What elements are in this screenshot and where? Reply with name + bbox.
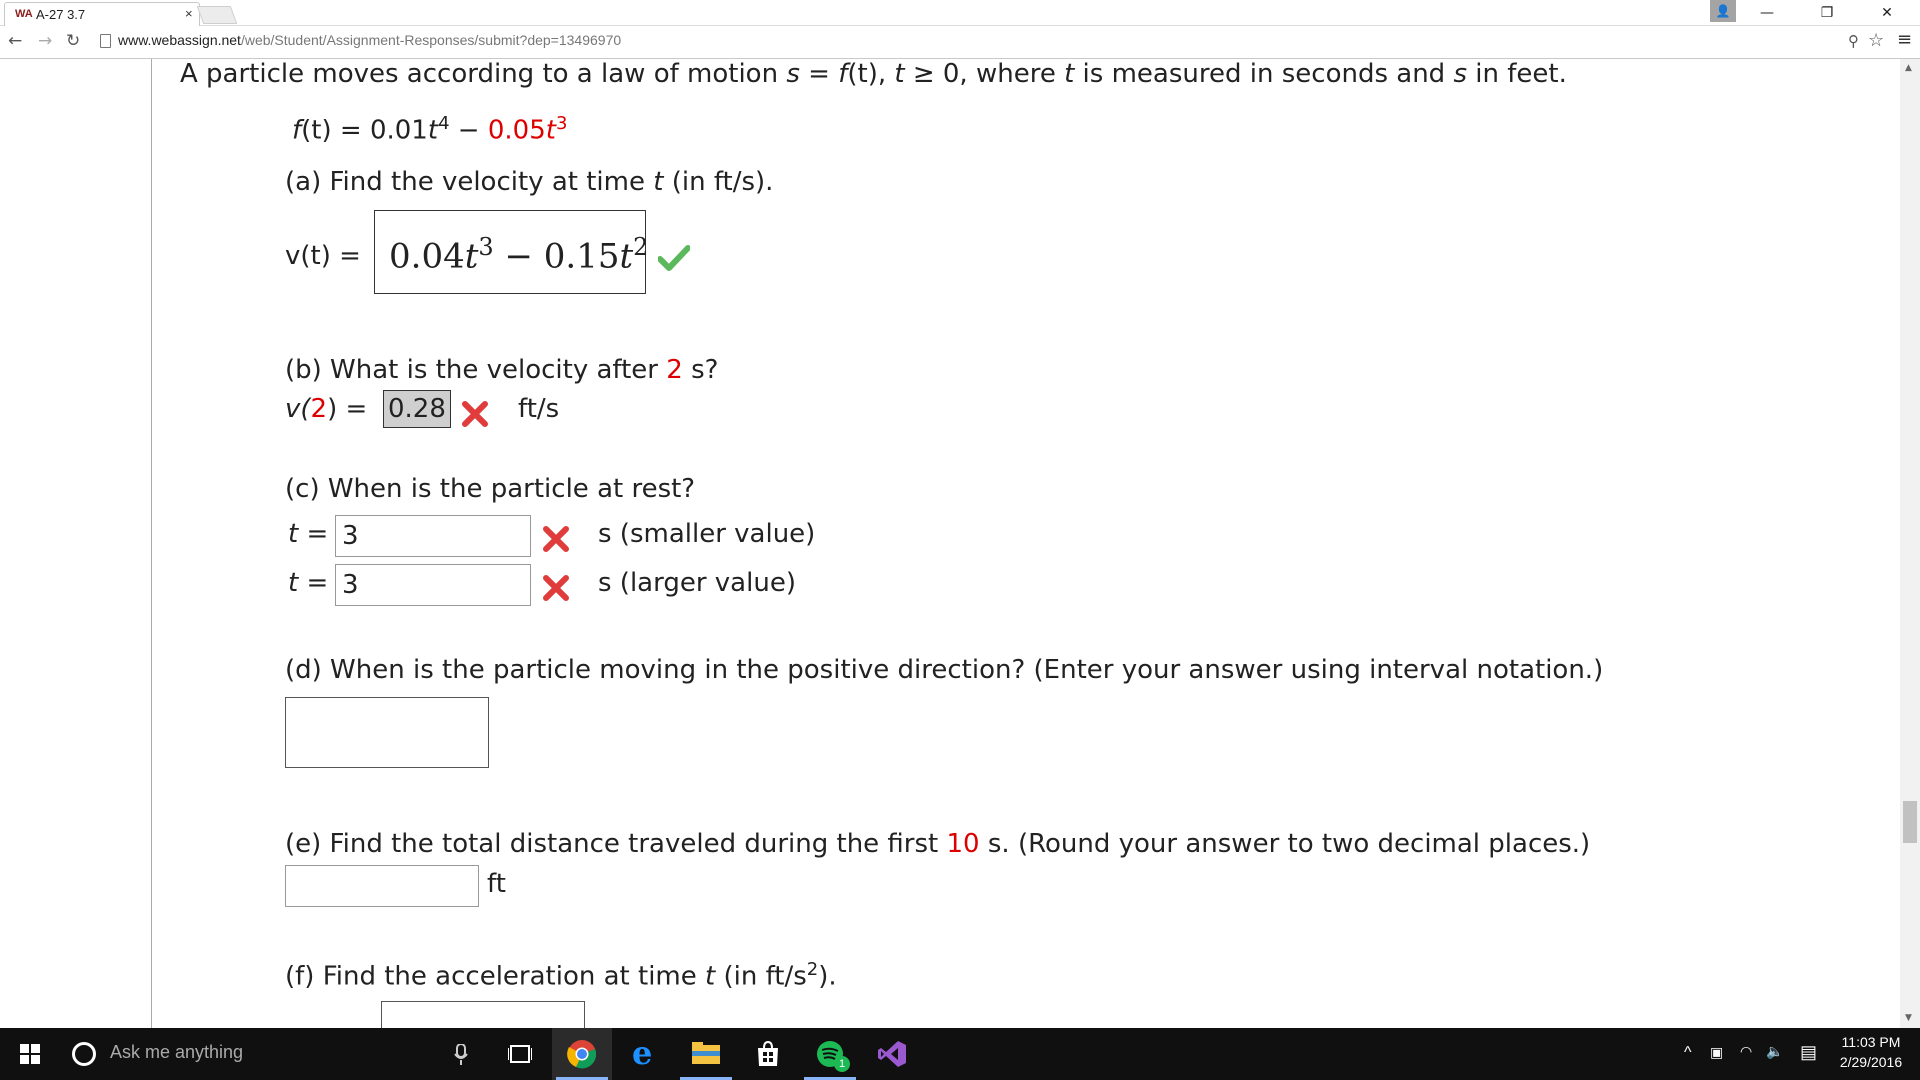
url-field[interactable]: www.webassign.net/web/Student/Assignment… — [100, 29, 1840, 53]
part-b-question: (b) What is the velocity after 2 s? — [285, 355, 719, 385]
part-d-answer-field[interactable] — [285, 697, 489, 768]
part-c-row1-lhs: t = — [288, 519, 329, 549]
part-c-row2-lhs: t = — [288, 568, 329, 598]
clock-time: 11:03 PM — [1841, 1034, 1901, 1050]
store-icon[interactable] — [738, 1028, 798, 1080]
address-bar: ← → ↻ www.webassign.net/web/Student/Assi… — [0, 26, 1920, 59]
spotify-badge: 1 — [834, 1056, 850, 1072]
part-f-question: (f) Find the acceleration at time t (in … — [285, 959, 837, 992]
function-definition: f(t) = 0.01t4 − 0.05t3 — [292, 113, 568, 146]
correct-check-icon — [658, 245, 690, 271]
page-viewport: A particle moves according to a law of m… — [0, 59, 1900, 1028]
bookmark-star-icon[interactable]: ☆ — [1868, 30, 1884, 51]
volume-icon[interactable]: 🔈 — [1766, 1043, 1783, 1060]
part-c-row2-suffix: s (larger value) — [598, 568, 796, 598]
browser-menu-icon[interactable]: ≡ — [1897, 29, 1912, 50]
close-window-icon[interactable]: ✕ — [1864, 0, 1910, 26]
part-a-lhs: v(t) = — [285, 241, 361, 271]
part-b-answer-field[interactable]: 0.28 — [383, 390, 451, 428]
windows-taskbar: Ask me anything e 1 ^ ▣ ◠ 🔈 ▤ 11:03 PM 2… — [0, 1028, 1920, 1080]
browser-tab[interactable]: WA A-27 3.7 × — [4, 2, 200, 26]
part-e-question: (e) Find the total distance traveled dur… — [285, 829, 1591, 859]
profile-icon[interactable]: 👤 — [1710, 0, 1736, 22]
part-e-unit: ft — [487, 869, 506, 899]
scroll-up-arrow-icon[interactable]: ▲ — [1905, 63, 1912, 73]
browser-titlebar: WA A-27 3.7 × 👤 — ❐ ✕ — [0, 0, 1920, 26]
part-a-question: (a) Find the velocity at time t (in ft/s… — [285, 167, 774, 197]
minimize-icon[interactable]: — — [1744, 0, 1790, 26]
microphone-icon[interactable] — [454, 1044, 468, 1066]
part-d-question: (d) When is the particle moving in the p… — [285, 655, 1604, 685]
scroll-down-arrow-icon[interactable]: ▼ — [1905, 1013, 1912, 1023]
clock[interactable]: 11:03 PM 2/29/2016 — [1826, 1034, 1916, 1074]
tab-title: A-27 3.7 — [36, 7, 86, 22]
part-c-larger-input[interactable]: 3 — [335, 564, 531, 606]
scroll-thumb[interactable] — [1903, 801, 1917, 843]
reload-icon[interactable]: ↻ — [66, 31, 80, 51]
clock-date: 2/29/2016 — [1839, 1054, 1903, 1070]
url-text: www.webassign.net/web/Student/Assignment… — [118, 32, 622, 48]
part-e-answer-field[interactable] — [285, 865, 479, 907]
part-b-lhs: v(2) = — [285, 394, 368, 424]
windows-logo-icon — [20, 1044, 40, 1064]
visual-studio-icon[interactable] — [862, 1028, 922, 1080]
restore-icon[interactable]: ❐ — [1804, 0, 1850, 26]
part-c-row1-suffix: s (smaller value) — [598, 519, 816, 549]
search-placeholder: Ask me anything — [110, 1042, 244, 1062]
part-c-question: (c) When is the particle at rest? — [285, 474, 696, 504]
forward-arrow-icon[interactable]: → — [38, 31, 52, 51]
spotify-icon[interactable]: 1 — [800, 1028, 860, 1080]
incorrect-x-icon — [543, 526, 569, 552]
tray-overflow-icon[interactable]: ^ — [1684, 1044, 1692, 1062]
new-tab-button[interactable] — [196, 6, 238, 24]
file-explorer-icon[interactable] — [676, 1028, 736, 1080]
tab-close-icon[interactable]: × — [185, 6, 193, 21]
incorrect-x-icon — [543, 575, 569, 601]
task-view-icon[interactable] — [490, 1028, 550, 1080]
part-f-answer-field[interactable] — [381, 1001, 585, 1028]
content-left-border — [151, 59, 152, 1028]
part-b-unit: ft/s — [518, 394, 560, 424]
back-arrow-icon[interactable]: ← — [8, 31, 22, 51]
webassign-favicon-icon: WA — [15, 8, 33, 20]
wifi-icon[interactable]: ◠ — [1740, 1043, 1752, 1060]
incorrect-x-icon — [462, 401, 488, 427]
network-warning-icon[interactable]: ▣ — [1710, 1044, 1723, 1061]
page-scrollbar[interactable]: ▲ ▼ — [1900, 59, 1920, 1028]
zoom-icon[interactable]: ⚲ — [1848, 32, 1859, 50]
page-icon — [100, 34, 111, 48]
part-a-answer-text: 0.04t3 − 0.15t2 — [389, 233, 649, 277]
chrome-icon[interactable] — [552, 1028, 612, 1080]
action-center-icon[interactable]: ▤ — [1800, 1042, 1817, 1063]
part-c-smaller-input[interactable]: 3 — [335, 515, 531, 557]
cortana-icon — [72, 1042, 96, 1066]
problem-intro: A particle moves according to a law of m… — [180, 59, 1567, 89]
cortana-search-box[interactable]: Ask me anything — [62, 1028, 482, 1080]
part-a-answer-box[interactable]: 0.04t3 − 0.15t2 — [374, 210, 649, 294]
edge-icon[interactable]: e — [614, 1028, 674, 1080]
start-button[interactable] — [0, 1028, 62, 1080]
